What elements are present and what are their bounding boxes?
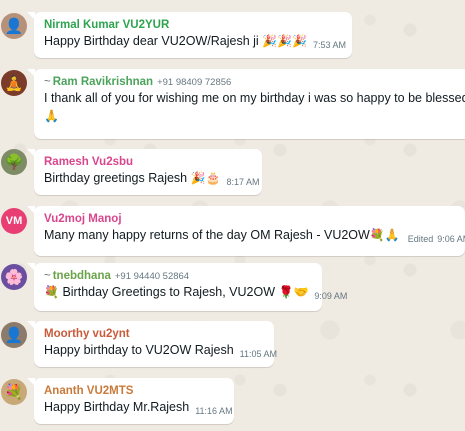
message-text: Happy Birthday Mr.Rajesh 11:16 AM	[44, 400, 233, 416]
message-body: Many many happy returns of the day OM Ra…	[44, 228, 370, 242]
message-emoji-line: 🙏	[44, 109, 465, 123]
avatar[interactable]: 👤	[1, 322, 27, 348]
sender-name[interactable]: tnebdhana	[53, 270, 111, 282]
sender-line: ~ tnebdhana +91 94440 52864	[44, 270, 314, 282]
rose-handshake-emoji: 🌹🤝	[278, 285, 309, 299]
message-bubble[interactable]: ~ tnebdhana +91 94440 52864 💐 Birthday Gre…	[27, 263, 347, 311]
sender-line: ~ Ram Ravikrishnan +91 98409 72856	[44, 76, 465, 88]
message-bubble[interactable]: Vu2moj Manoj Many many happy returns of …	[27, 206, 465, 256]
avatar-initials: VM	[5, 215, 23, 227]
message-body: I thank all of you for wishing me on my …	[44, 91, 465, 105]
message-time: 9:09 AM	[314, 291, 348, 301]
message-text: 💐 Birthday Greetings to Rajesh, VU2OW 🌹🤝…	[44, 285, 347, 301]
bouquet-emoji: 💐	[44, 285, 59, 299]
folded-hands-emoji: 🙏	[44, 109, 59, 123]
avatar[interactable]: 💐	[1, 379, 27, 405]
message-text: Many many happy returns of the day OM Ra…	[44, 228, 465, 244]
person-photo-icon: 👤	[4, 17, 24, 35]
message-text: Happy Birthday dear VU2OW/Rajesh ji 🎉🎉🎉 7…	[44, 34, 347, 50]
sender-name[interactable]: Moorthy vu2ynt	[44, 328, 266, 340]
sender-name[interactable]: Ramesh Vu2sbu	[44, 156, 254, 168]
message-body: Happy Birthday Mr.Rajesh	[44, 400, 190, 414]
avatar[interactable]: 🧘	[1, 70, 27, 96]
message-time: 11:05 AM	[239, 349, 278, 359]
sender-name[interactable]: Nirmal Kumar VU2YUR	[44, 19, 344, 31]
message-body: Happy Birthday dear VU2OW/Rajesh ji	[44, 34, 259, 48]
message-time: 11:16 AM	[195, 406, 233, 416]
message-body: Birthday greetings Rajesh	[44, 171, 188, 185]
avatar[interactable]: 🌸	[1, 264, 27, 290]
message-time: 7:53 AM	[313, 40, 347, 50]
flowers-photo-icon: 💐	[4, 383, 24, 401]
message-body: Happy birthday to VU2OW Rajesh	[44, 343, 234, 357]
party-cake-emoji: 🎉🎂	[190, 171, 221, 185]
tree-photo-icon: 🌳	[4, 153, 24, 171]
bouquet-folded-hands-emoji: 💐🙏	[369, 228, 400, 242]
edited-label: Edited	[407, 234, 434, 244]
sender-name[interactable]: Ananth VU2MTS	[44, 385, 226, 397]
message-time: 8:17 AM	[226, 177, 260, 187]
tilde-mark: ~	[44, 76, 51, 88]
message-time: 9:06 AM	[437, 234, 465, 244]
avatar[interactable]: VM	[1, 208, 27, 234]
person-photo-icon: 👤	[4, 326, 24, 344]
message-bubble[interactable]: Moorthy vu2ynt Happy birthday to VU2OW R…	[27, 321, 277, 367]
message-bubble[interactable]: Nirmal Kumar VU2YUR Happy Birthday dear …	[27, 12, 352, 58]
sender-name[interactable]: Ram Ravikrishnan	[53, 76, 153, 88]
message-body: Birthday Greetings to Rajesh, VU2OW	[62, 285, 276, 299]
avatar[interactable]: 🌳	[1, 149, 27, 175]
sender-phone: +91 98409 72856	[157, 77, 232, 88]
tilde-mark: ~	[44, 270, 51, 282]
avatar[interactable]: 👤	[1, 13, 27, 39]
flower-photo-icon: 🌸	[4, 268, 24, 286]
sender-name[interactable]: Vu2moj Manoj	[44, 213, 457, 225]
party-popper-emoji: 🎉🎉🎉	[262, 34, 307, 48]
message-bubble[interactable]: Ananth VU2MTS Happy Birthday Mr.Rajesh 11…	[27, 378, 234, 424]
deity-photo-icon: 🧘	[4, 74, 24, 92]
message-bubble[interactable]: Ramesh Vu2sbu Birthday greetings Rajesh …	[27, 149, 262, 195]
message-bubble[interactable]: ~ Ram Ravikrishnan +91 98409 72856 I thank…	[27, 69, 465, 139]
message-text: Happy birthday to VU2OW Rajesh 11:05 AM	[44, 343, 277, 359]
sender-phone: +91 94440 52864	[114, 271, 190, 282]
message-text: Birthday greetings Rajesh 🎉🎂 8:17 AM	[44, 171, 260, 187]
